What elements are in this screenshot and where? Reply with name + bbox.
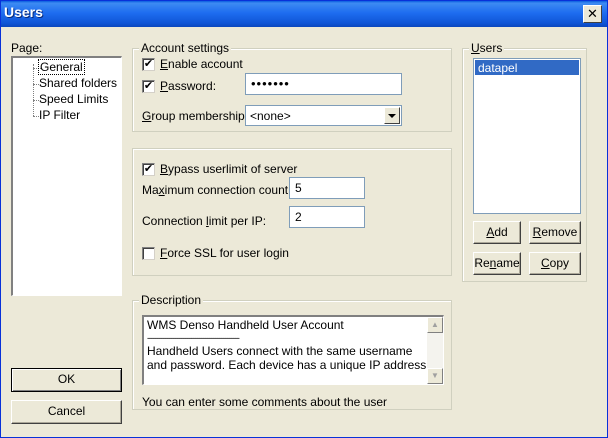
close-button[interactable]: ✕ xyxy=(583,5,602,23)
check-icon: ✔ xyxy=(143,80,154,92)
description-line: WMS Denso Handheld User Account xyxy=(147,318,344,332)
description-title: Description xyxy=(139,293,204,307)
cancel-button[interactable]: Cancel xyxy=(11,400,122,424)
users-list[interactable]: datapel xyxy=(473,58,581,214)
password-value: ••••••• xyxy=(251,76,290,91)
close-icon: ✕ xyxy=(587,6,598,21)
dropdown-button[interactable] xyxy=(384,107,400,124)
window-title: Users xyxy=(4,4,43,20)
conn-per-ip-value: 2 xyxy=(295,210,302,224)
tree-item-shared-folders[interactable]: Shared folders xyxy=(39,76,117,90)
force-ssl-checkbox[interactable] xyxy=(142,247,155,260)
tree-item-general[interactable]: General xyxy=(38,59,85,75)
max-connection-value: 5 xyxy=(295,181,302,195)
scroll-up-button[interactable]: ▲ xyxy=(427,317,443,333)
page-label: Page: xyxy=(11,41,43,55)
max-connection-input[interactable]: 5 xyxy=(289,177,365,199)
ok-label: OK xyxy=(57,372,76,386)
password-label: Password: xyxy=(160,79,217,93)
user-list-item[interactable]: datapel xyxy=(475,60,579,75)
chevron-down-icon xyxy=(388,114,396,118)
password-field[interactable]: ••••••• xyxy=(245,73,402,95)
description-scrollbar[interactable]: ▲ ▼ xyxy=(427,317,443,384)
ok-button[interactable]: OK xyxy=(11,368,122,392)
bypass-userlimit-checkbox[interactable]: ✔ xyxy=(142,163,155,176)
tree-item-speed-limits[interactable]: Speed Limits xyxy=(39,92,108,106)
enable-account-label: Enable account xyxy=(160,57,243,71)
rename-user-button[interactable]: Rename xyxy=(473,252,521,275)
group-membership-label: Group membership: xyxy=(142,109,249,123)
add-user-button[interactable]: Add xyxy=(473,221,521,244)
title-bar[interactable]: Users ✕ xyxy=(1,1,607,27)
scroll-down-button[interactable]: ▼ xyxy=(427,368,443,384)
description-hint: You can enter some comments about the us… xyxy=(142,395,388,409)
group-membership-select[interactable]: <none> xyxy=(245,105,402,126)
password-checkbox[interactable]: ✔ xyxy=(142,80,155,93)
description-line: and password. Each device has a unique I… xyxy=(147,358,430,372)
tree-connector xyxy=(33,64,34,116)
force-ssl-label: Force SSL for user login xyxy=(160,246,289,260)
max-connection-label: Maximum connection count: xyxy=(142,183,292,197)
description-textarea[interactable]: WMS Denso Handheld User Account ---------… xyxy=(142,315,444,385)
description-line: ----------------------------------------… xyxy=(147,333,240,343)
bypass-userlimit-label: Bypass userlimit of server xyxy=(160,162,298,176)
page-tree[interactable]: General Shared folders Speed Limits IP F… xyxy=(11,56,122,296)
check-icon: ✔ xyxy=(143,58,154,70)
enable-account-checkbox[interactable]: ✔ xyxy=(142,58,155,71)
conn-per-ip-label: Connection limit per IP: xyxy=(142,214,267,228)
description-line: Handheld Users connect with the same use… xyxy=(147,344,413,358)
conn-per-ip-input[interactable]: 2 xyxy=(289,206,365,228)
users-dialog: Users ✕ Page: General Shared folders Spe… xyxy=(0,0,608,438)
check-icon: ✔ xyxy=(143,163,154,175)
tree-item-ip-filter[interactable]: IP Filter xyxy=(39,108,80,122)
copy-user-button[interactable]: Copy xyxy=(529,252,581,275)
group-membership-value: <none> xyxy=(250,109,291,123)
cancel-label: Cancel xyxy=(47,404,86,418)
users-title: Users xyxy=(469,41,505,55)
account-settings-title: Account settings xyxy=(139,41,232,55)
remove-user-button[interactable]: Remove xyxy=(529,221,581,244)
description-text: WMS Denso Handheld User Account ---------… xyxy=(147,318,431,373)
user-name: datapel xyxy=(478,61,518,75)
